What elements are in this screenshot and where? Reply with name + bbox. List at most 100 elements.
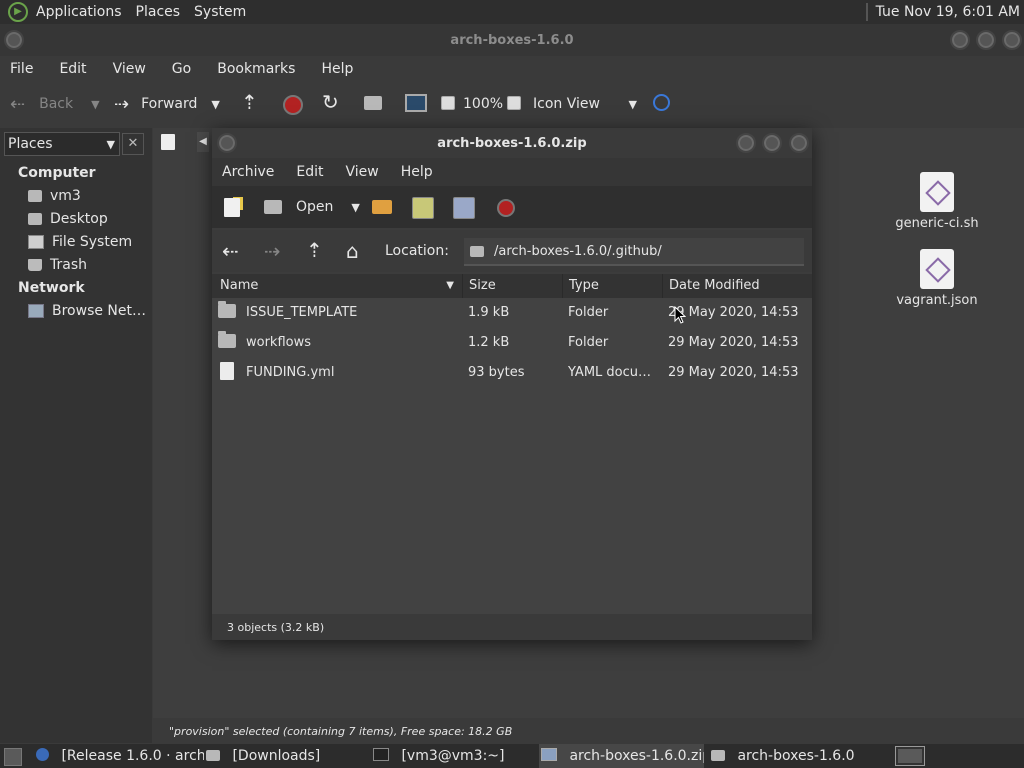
menu-archive[interactable]: Archive: [222, 164, 274, 180]
add-folder-icon[interactable]: [453, 197, 475, 219]
maximize-button[interactable]: [762, 133, 782, 153]
add-files-icon[interactable]: [412, 197, 434, 219]
sidebar-type-select[interactable]: Places ▼: [4, 132, 120, 156]
menu-help[interactable]: Help: [401, 164, 433, 180]
sidebar-item-label: Desktop: [50, 210, 108, 227]
menu-file[interactable]: File: [10, 61, 33, 77]
column-header-date[interactable]: Date Modified: [663, 274, 812, 298]
table-row[interactable]: ISSUE_TEMPLATE 1.9 kB Folder 29 May 2020…: [212, 298, 812, 328]
workspace-switcher[interactable]: [895, 746, 925, 766]
folder-icon: [218, 301, 236, 318]
extract-icon[interactable]: [372, 200, 392, 214]
window-menu-button[interactable]: [4, 30, 24, 50]
taskbar-item-archive[interactable]: arch-boxes-1.6.0.zip: [539, 744, 704, 768]
taskbar-item-release-browser[interactable]: [Release 1.6.0 · archl…: [36, 744, 204, 768]
file-type: Folder: [568, 335, 609, 350]
close-button[interactable]: [789, 133, 809, 153]
back-history-chevron-down-icon[interactable]: ▼: [91, 98, 99, 111]
edit-location-icon[interactable]: [161, 134, 175, 150]
clock[interactable]: Tue Nov 19, 6:01 AM: [876, 4, 1020, 20]
archive-titlebar[interactable]: arch-boxes-1.6.0.zip: [212, 128, 812, 158]
window-menu-button[interactable]: [217, 133, 237, 153]
menu-edit[interactable]: Edit: [296, 164, 323, 180]
forward-button[interactable]: ⇢ Forward ▼: [114, 92, 220, 116]
file-manager-toolbar: ⇠ Back ▼ ⇢ Forward ▼ ⇡ ↻ 100% Icon View …: [0, 82, 1024, 126]
path-scroll-left-icon[interactable]: ◀: [197, 132, 209, 152]
zoom-out-icon[interactable]: [441, 96, 455, 110]
table-row[interactable]: FUNDING.yml 93 bytes YAML docu… 29 May 2…: [212, 358, 812, 388]
menu-help[interactable]: Help: [321, 61, 353, 77]
open-chevron-down-icon[interactable]: ▼: [351, 201, 359, 214]
open-button[interactable]: Open ▼: [264, 196, 360, 218]
menu-view[interactable]: View: [346, 164, 379, 180]
file-list-header: Name ▼ Size Type Date Modified: [212, 274, 812, 298]
minimize-button[interactable]: [950, 30, 970, 50]
taskbar-item-terminal[interactable]: [vm3@vm3:~]: [373, 744, 537, 768]
menu-applications[interactable]: Applications: [36, 4, 122, 20]
desktop-file-label: vagrant.json: [896, 293, 978, 308]
up-arrow-icon[interactable]: ⇡: [306, 238, 323, 262]
column-header-type[interactable]: Type: [563, 274, 663, 298]
sidebar-item-vm3[interactable]: vm3: [0, 184, 150, 207]
sort-chevron-down-icon: ▼: [446, 280, 454, 291]
location-field[interactable]: /arch-boxes-1.6.0/.github/: [464, 238, 804, 266]
trash-icon: [28, 258, 42, 271]
stop-icon[interactable]: [283, 95, 303, 115]
archive-icon: [541, 748, 557, 761]
sidebar-list: Computer vm3 Desktop File System Trash N…: [0, 161, 150, 322]
top-panel: ▶ Applications Places System Tue Nov 19,…: [0, 0, 1024, 24]
taskbar-item-downloads[interactable]: [Downloads]: [206, 744, 371, 768]
home-folder-icon[interactable]: [364, 96, 382, 110]
column-header-size[interactable]: Size: [463, 274, 563, 298]
search-icon[interactable]: [653, 94, 670, 111]
file-manager-menubar: File Edit View Go Bookmarks Help: [0, 56, 1024, 82]
menu-go[interactable]: Go: [172, 61, 191, 77]
minimize-button[interactable]: [736, 133, 756, 153]
file-manager-titlebar[interactable]: arch-boxes-1.6.0: [0, 24, 1024, 56]
computer-icon[interactable]: [405, 94, 427, 112]
sidebar-item-desktop[interactable]: Desktop: [0, 207, 150, 230]
back-arrow-icon[interactable]: ⇠: [222, 239, 239, 263]
table-row[interactable]: workflows 1.2 kB Folder 29 May 2020, 14:…: [212, 328, 812, 358]
menu-edit[interactable]: Edit: [59, 61, 86, 77]
taskbar-item-label: [Release 1.6.0 · archl…: [61, 748, 204, 764]
maximize-button[interactable]: [976, 30, 996, 50]
column-header-name[interactable]: Name ▼: [212, 274, 463, 298]
browser-icon: [36, 748, 49, 761]
desktop-file-vagrant-json[interactable]: vagrant.json: [892, 249, 982, 308]
up-arrow-icon[interactable]: ⇡: [241, 90, 258, 114]
menu-view[interactable]: View: [113, 61, 146, 77]
menu-bookmarks[interactable]: Bookmarks: [217, 61, 295, 77]
menu-places[interactable]: Places: [136, 4, 181, 20]
forward-history-chevron-down-icon[interactable]: ▼: [211, 98, 219, 111]
new-archive-icon[interactable]: [224, 198, 240, 217]
column-header-label: Size: [469, 278, 496, 293]
archive-locationbar: ⇠ ⇢ ⇡ ⌂ Location: /arch-boxes-1.6.0/.git…: [212, 230, 812, 272]
forward-arrow-icon: ⇢: [114, 93, 130, 115]
reload-icon[interactable]: ↻: [322, 90, 339, 114]
sidebar-close-icon[interactable]: ✕: [122, 133, 144, 155]
file-size: 1.2 kB: [468, 335, 510, 350]
stop-icon[interactable]: [497, 199, 515, 217]
menu-system[interactable]: System: [194, 4, 246, 20]
sidebar-item-trash[interactable]: Trash: [0, 253, 150, 276]
sidebar-item-file-system[interactable]: File System: [0, 230, 150, 253]
file-list[interactable]: ISSUE_TEMPLATE 1.9 kB Folder 29 May 2020…: [212, 298, 812, 614]
close-button[interactable]: [1002, 30, 1022, 50]
gnome-foot-icon[interactable]: ▶: [8, 2, 28, 22]
archive-menubar: Archive Edit View Help: [212, 158, 812, 186]
taskbar-item-file-manager[interactable]: arch-boxes-1.6.0: [707, 744, 877, 768]
sidebar-item-browse-network[interactable]: Browse Net…: [0, 299, 150, 322]
home-icon[interactable]: ⌂: [346, 239, 359, 263]
forward-arrow-icon[interactable]: ⇢: [264, 239, 281, 263]
file-name: ISSUE_TEMPLATE: [246, 305, 358, 320]
forward-label: Forward: [141, 96, 198, 112]
zoom-in-icon[interactable]: [507, 96, 521, 110]
desktop-file-generic-ci[interactable]: generic-ci.sh: [892, 172, 982, 231]
show-desktop-icon[interactable]: [4, 748, 22, 766]
back-button[interactable]: ⇠ Back ▼: [10, 92, 100, 116]
column-header-label: Date Modified: [669, 278, 760, 293]
back-arrow-icon: ⇠: [10, 93, 26, 115]
sidebar-item-label: File System: [52, 233, 133, 250]
view-mode-select[interactable]: Icon View ▼: [533, 92, 637, 116]
